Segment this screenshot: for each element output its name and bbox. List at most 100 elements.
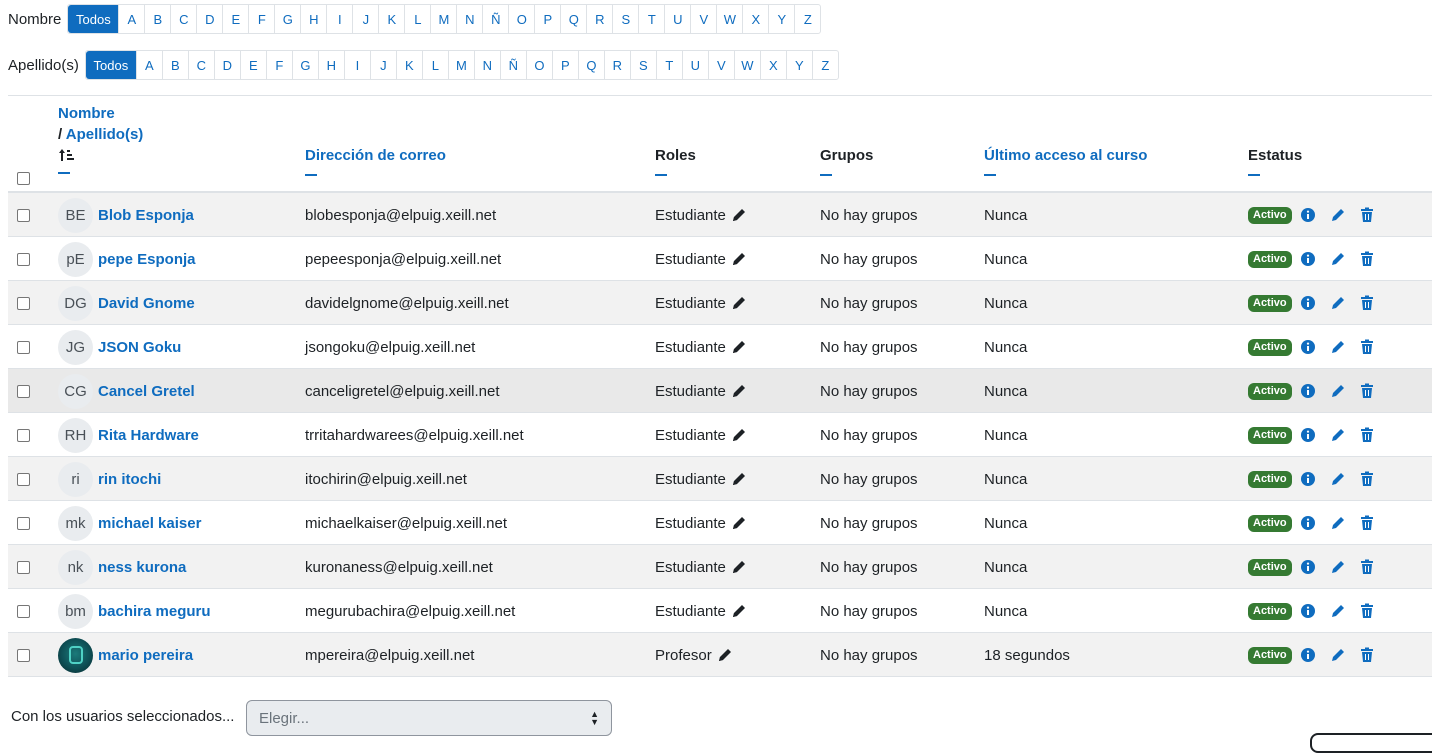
lastname-initial-g[interactable]: G xyxy=(291,51,318,79)
edit-roles-pencil-icon[interactable] xyxy=(717,647,733,663)
edit-roles-pencil-icon[interactable] xyxy=(731,251,747,267)
edit-roles-pencil-icon[interactable] xyxy=(731,515,747,531)
firstname-initial-a[interactable]: A xyxy=(118,5,144,33)
lastname-initial-s[interactable]: S xyxy=(629,51,656,79)
row-checkbox[interactable] xyxy=(17,472,30,486)
enrolment-info-icon[interactable] xyxy=(1300,295,1316,311)
edit-enrolment-icon[interactable] xyxy=(1330,559,1346,575)
lastname-initial-y[interactable]: Y xyxy=(785,51,812,79)
user-profile-link[interactable]: Cancel Gretel xyxy=(98,383,195,400)
edit-roles-pencil-icon[interactable] xyxy=(731,603,747,619)
lastname-initial-w[interactable]: W xyxy=(733,51,760,79)
firstname-initial-h[interactable]: H xyxy=(300,5,326,33)
collapse-status-column-icon[interactable] xyxy=(1248,174,1260,176)
row-checkbox[interactable] xyxy=(17,648,30,662)
unenrol-trash-icon[interactable] xyxy=(1359,471,1375,487)
firstname-initial-o[interactable]: O xyxy=(508,5,534,33)
edit-enrolment-icon[interactable] xyxy=(1330,295,1346,311)
firstname-initial-x[interactable]: X xyxy=(742,5,768,33)
edit-enrolment-icon[interactable] xyxy=(1330,339,1346,355)
unenrol-trash-icon[interactable] xyxy=(1359,251,1375,267)
user-profile-link[interactable]: Rita Hardware xyxy=(98,427,199,444)
user-profile-link[interactable]: bachira meguru xyxy=(98,603,211,620)
row-checkbox[interactable] xyxy=(17,516,30,530)
unenrol-trash-icon[interactable] xyxy=(1359,427,1375,443)
enrolment-info-icon[interactable] xyxy=(1300,647,1316,663)
firstname-initial-j[interactable]: J xyxy=(352,5,378,33)
firstname-initial-ñ[interactable]: Ñ xyxy=(482,5,508,33)
edit-roles-pencil-icon[interactable] xyxy=(731,383,747,399)
firstname-initial-g[interactable]: G xyxy=(274,5,300,33)
firstname-initial-t[interactable]: T xyxy=(638,5,664,33)
lastname-initial-n[interactable]: N xyxy=(473,51,500,79)
unenrol-trash-icon[interactable] xyxy=(1359,647,1375,663)
row-checkbox[interactable] xyxy=(17,604,30,618)
email-sort-link[interactable]: Dirección de correo xyxy=(305,147,446,164)
firstname-sort-link[interactable]: Nombre xyxy=(58,105,115,122)
unenrol-trash-icon[interactable] xyxy=(1359,603,1375,619)
row-checkbox[interactable] xyxy=(17,296,30,310)
bulk-actions-select[interactable]: Elegir... ▲ ▼ xyxy=(246,700,612,736)
firstname-initial-c[interactable]: C xyxy=(170,5,196,33)
firstname-initial-d[interactable]: D xyxy=(196,5,222,33)
enrolment-info-icon[interactable] xyxy=(1300,251,1316,267)
enrolment-info-icon[interactable] xyxy=(1300,339,1316,355)
edit-enrolment-icon[interactable] xyxy=(1330,207,1346,223)
lastname-initial-u[interactable]: U xyxy=(681,51,708,79)
firstname-initial-w[interactable]: W xyxy=(716,5,742,33)
row-checkbox[interactable] xyxy=(17,560,30,574)
lastname-initial-k[interactable]: K xyxy=(395,51,422,79)
lastname-initial-j[interactable]: J xyxy=(369,51,396,79)
collapse-roles-column-icon[interactable] xyxy=(655,174,667,176)
lastname-initial-ñ[interactable]: Ñ xyxy=(499,51,526,79)
row-checkbox[interactable] xyxy=(17,208,30,222)
firstname-initial-p[interactable]: P xyxy=(534,5,560,33)
floating-button-edge[interactable] xyxy=(1310,733,1432,753)
edit-roles-pencil-icon[interactable] xyxy=(731,427,747,443)
firstname-initial-s[interactable]: S xyxy=(612,5,638,33)
enrolment-info-icon[interactable] xyxy=(1300,559,1316,575)
lastname-initial-l[interactable]: L xyxy=(421,51,448,79)
lastname-initial-v[interactable]: V xyxy=(707,51,734,79)
edit-enrolment-icon[interactable] xyxy=(1330,515,1346,531)
lastname-initial-d[interactable]: D xyxy=(213,51,240,79)
firstname-initial-y[interactable]: Y xyxy=(768,5,794,33)
last-access-sort-link[interactable]: Último acceso al curso xyxy=(984,147,1147,164)
lastname-initial-a[interactable]: A xyxy=(135,51,162,79)
lastname-initial-b[interactable]: B xyxy=(161,51,188,79)
firstname-initial-l[interactable]: L xyxy=(404,5,430,33)
firstname-initial-e[interactable]: E xyxy=(222,5,248,33)
firstname-initial-q[interactable]: Q xyxy=(560,5,586,33)
unenrol-trash-icon[interactable] xyxy=(1359,207,1375,223)
firstname-initial-k[interactable]: K xyxy=(378,5,404,33)
lastname-sort-link[interactable]: Apellido(s) xyxy=(66,126,144,143)
lastname-initial-q[interactable]: Q xyxy=(577,51,604,79)
lastname-initial-h[interactable]: H xyxy=(317,51,344,79)
user-profile-link[interactable]: David Gnome xyxy=(98,295,195,312)
edit-roles-pencil-icon[interactable] xyxy=(731,471,747,487)
lastname-initial-e[interactable]: E xyxy=(239,51,266,79)
unenrol-trash-icon[interactable] xyxy=(1359,559,1375,575)
edit-enrolment-icon[interactable] xyxy=(1330,647,1346,663)
collapse-name-column-icon[interactable] xyxy=(58,172,70,174)
firstname-initial-u[interactable]: U xyxy=(664,5,690,33)
edit-roles-pencil-icon[interactable] xyxy=(731,339,747,355)
edit-enrolment-icon[interactable] xyxy=(1330,383,1346,399)
lastname-initial-p[interactable]: P xyxy=(551,51,578,79)
firstname-initial-m[interactable]: M xyxy=(430,5,456,33)
lastname-initial-i[interactable]: I xyxy=(343,51,370,79)
edit-enrolment-icon[interactable] xyxy=(1330,251,1346,267)
collapse-email-column-icon[interactable] xyxy=(305,174,317,176)
edit-enrolment-icon[interactable] xyxy=(1330,427,1346,443)
lastname-initial-r[interactable]: R xyxy=(603,51,630,79)
lastname-initial-all[interactable]: Todos xyxy=(85,51,136,79)
firstname-initial-z[interactable]: Z xyxy=(794,5,820,33)
firstname-initial-r[interactable]: R xyxy=(586,5,612,33)
unenrol-trash-icon[interactable] xyxy=(1359,295,1375,311)
enrolment-info-icon[interactable] xyxy=(1300,603,1316,619)
row-checkbox[interactable] xyxy=(17,384,30,398)
edit-enrolment-icon[interactable] xyxy=(1330,471,1346,487)
edit-roles-pencil-icon[interactable] xyxy=(731,559,747,575)
edit-roles-pencil-icon[interactable] xyxy=(731,295,747,311)
user-profile-link[interactable]: JSON Goku xyxy=(98,339,181,356)
